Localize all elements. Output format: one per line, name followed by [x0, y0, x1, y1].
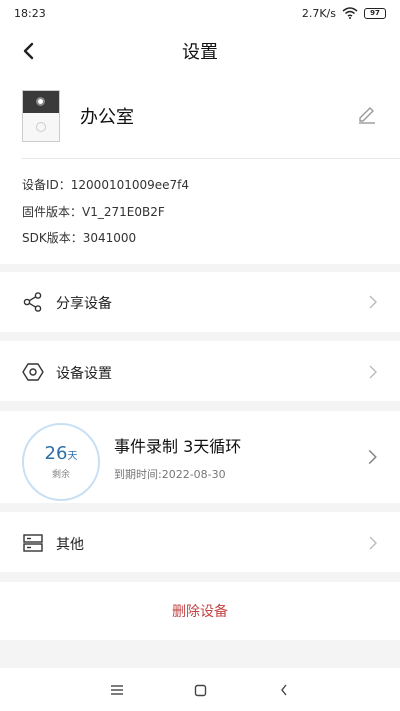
network-speed: 2.7K/s	[301, 6, 336, 20]
expiry-date: 到期时间:2022-08-30	[114, 468, 226, 481]
device-name: 办公室	[80, 107, 134, 128]
device-info-card: 办公室 设备ID：12000101009ee7f4 固件版本：V1_271E0B…	[0, 76, 400, 264]
nav-menu-button[interactable]	[105, 678, 129, 702]
device-settings-row[interactable]: 设备设置	[0, 341, 400, 401]
server-icon	[23, 534, 43, 552]
status-bar: 18:23 2.7K/s 97	[0, 0, 400, 26]
edit-name-button[interactable]	[356, 103, 378, 125]
share-device-label: 分享设备	[56, 296, 112, 312]
share-device-row[interactable]: 分享设备	[0, 272, 400, 332]
nav-back-button[interactable]	[272, 678, 296, 702]
sdk-version-text: SDK版本：3041000	[22, 231, 137, 245]
share-icon	[23, 292, 42, 312]
wifi-icon	[342, 7, 358, 19]
nav-home-button[interactable]	[188, 678, 212, 702]
delete-device-button[interactable]: 删除设备	[0, 582, 400, 640]
remaining-label: 剩余	[51, 470, 70, 480]
chevron-right-icon	[369, 365, 377, 379]
chevron-right-icon	[369, 295, 377, 309]
app-header: 设置	[0, 26, 400, 76]
chevron-right-icon	[369, 536, 377, 550]
event-recording-row[interactable]: 26天 剩余 事件录制 3天循环 到期时间:2022-08-30	[0, 411, 400, 503]
remaining-days-number: 26	[44, 443, 68, 464]
status-indicators: 2.7K/s 97	[302, 7, 386, 20]
chevron-right-icon	[368, 449, 377, 465]
divider	[22, 158, 400, 159]
device-thumbnail	[22, 90, 60, 142]
page-title: 设置	[182, 42, 218, 63]
remaining-days: 26天	[24, 443, 98, 464]
system-nav-bar	[0, 668, 400, 711]
remaining-days-unit: 天	[67, 451, 78, 462]
home-square-icon	[194, 684, 206, 696]
other-label: 其他	[56, 537, 84, 553]
device-id-text: 设备ID：12000101009ee7f4	[22, 178, 190, 192]
menu-icon	[111, 685, 123, 695]
delete-device-label: 删除设备	[172, 604, 228, 620]
hexagon-settings-icon	[22, 363, 44, 381]
device-settings-label: 设备设置	[56, 366, 112, 382]
other-row[interactable]: 其他	[0, 512, 400, 572]
remaining-days-ring: 26天 剩余	[22, 423, 100, 501]
pencil-icon	[359, 107, 375, 124]
recording-plan-title: 事件录制 3天循环	[114, 437, 242, 456]
back-arrow-icon	[281, 684, 287, 696]
battery-indicator: 97	[364, 7, 386, 19]
firmware-version-text: 固件版本：V1_271E0B2F	[22, 205, 165, 219]
status-time: 18:23	[14, 6, 46, 20]
